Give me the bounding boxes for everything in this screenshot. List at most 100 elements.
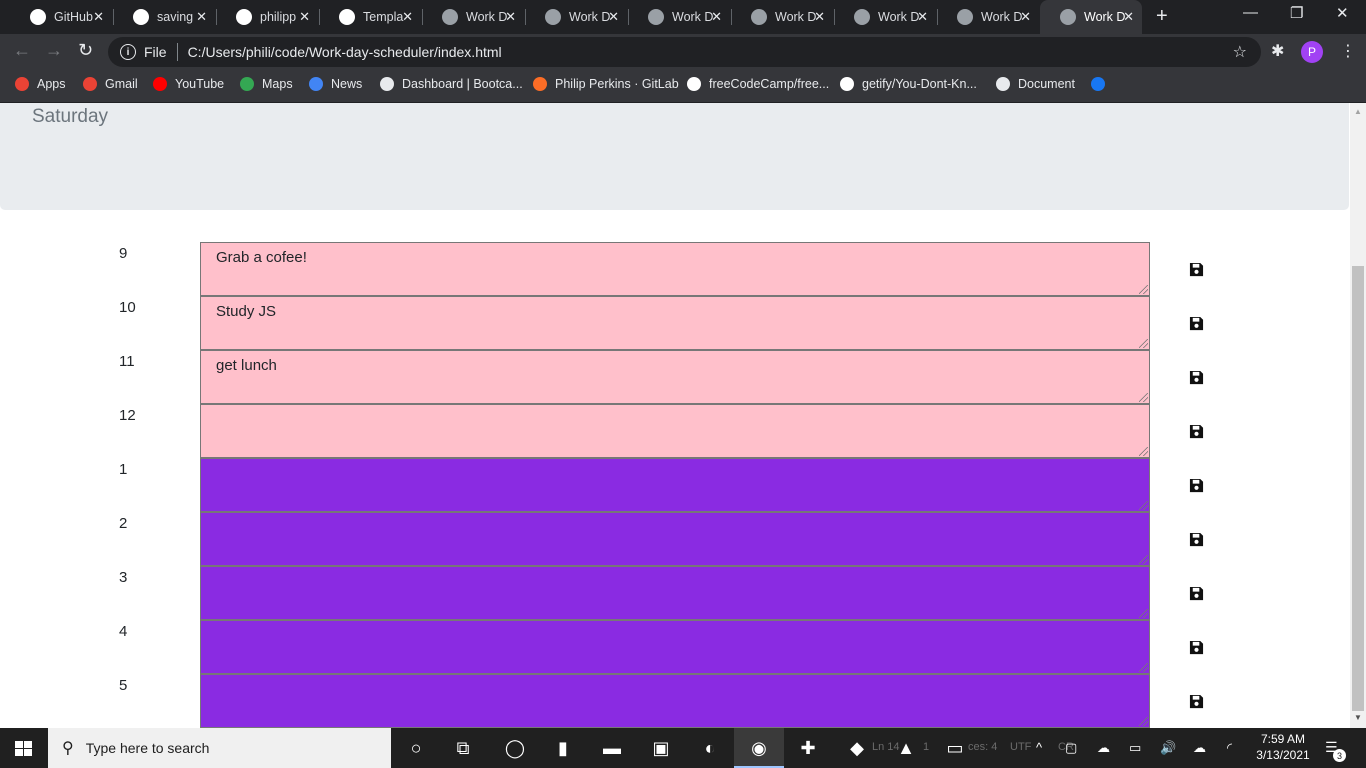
task-textarea[interactable]: get lunch — [200, 350, 1150, 404]
bookmark-item[interactable]: Document — [996, 77, 1075, 91]
system-clock[interactable]: 7:59 AM 3/13/2021 — [1254, 731, 1312, 763]
bookmark-item[interactable]: Philip Perkins · GitLab — [533, 77, 679, 91]
chrome-icon[interactable]: ◉ — [747, 736, 771, 760]
taskbar-search-input[interactable]: ⚲ Type here to search — [48, 728, 391, 768]
browser-tab[interactable]: Work D ✕ — [422, 0, 524, 34]
bookmark-item[interactable]: Gmail — [83, 77, 138, 91]
site-info-icon[interactable]: i — [120, 44, 136, 60]
tab-close-icon[interactable]: ✕ — [814, 9, 825, 25]
cortana-icon[interactable]: ○ — [404, 736, 428, 760]
scroll-thumb[interactable] — [1352, 266, 1364, 711]
tab-close-icon[interactable]: ✕ — [608, 9, 619, 25]
browser-tab[interactable]: Work D ✕ — [937, 0, 1039, 34]
browser-tab[interactable]: philipp ✕ — [216, 0, 318, 34]
tab-close-icon[interactable]: ✕ — [196, 9, 207, 25]
office-icon[interactable]: ▮ — [551, 736, 575, 760]
tab-close-icon[interactable]: ✕ — [1020, 9, 1031, 25]
profile-avatar[interactable]: P — [1301, 41, 1323, 63]
resize-grip-icon[interactable] — [1139, 339, 1148, 348]
resize-grip-icon[interactable] — [1139, 393, 1148, 402]
url-text[interactable]: C:/Users/phili/code/Work-day-scheduler/i… — [188, 44, 502, 60]
task-textarea[interactable] — [200, 458, 1150, 512]
tab-close-icon[interactable]: ✕ — [93, 9, 104, 25]
alexa-icon[interactable]: ◯ — [503, 736, 527, 760]
tab-close-icon[interactable]: ✕ — [402, 9, 413, 25]
bookmark-item[interactable]: freeCodeCamp/free... — [687, 77, 829, 91]
browser-tab[interactable]: GitHub ✕ — [10, 0, 112, 34]
floppy-disk-icon[interactable] — [1189, 532, 1204, 547]
bookmark-item[interactable]: Maps — [240, 77, 293, 91]
resize-grip-icon[interactable] — [1139, 555, 1148, 564]
extensions-icon[interactable]: ✱ — [1271, 41, 1284, 61]
floppy-disk-icon[interactable] — [1189, 424, 1204, 439]
task-textarea[interactable] — [200, 620, 1150, 674]
resize-grip-icon[interactable] — [1139, 609, 1148, 618]
task-view-icon[interactable]: ⧉ — [451, 736, 475, 760]
resize-grip-icon[interactable] — [1139, 717, 1148, 726]
slack-icon[interactable]: ✚ — [796, 736, 820, 760]
bookmark-item[interactable]: Dashboard | Bootca... — [380, 77, 523, 91]
scroll-up-arrow[interactable]: ▲ — [1354, 107, 1362, 116]
resize-grip-icon[interactable] — [1139, 285, 1148, 294]
tab-close-icon[interactable]: ✕ — [1123, 9, 1134, 25]
task-textarea[interactable]: Study JS — [200, 296, 1150, 350]
vscode-icon[interactable]: ◆ — [845, 736, 869, 760]
task-textarea[interactable] — [200, 566, 1150, 620]
cloud-upload-icon[interactable]: ☁ — [1193, 740, 1206, 756]
resize-grip-icon[interactable] — [1139, 663, 1148, 672]
browser-tab[interactable]: Work D ✕ — [1040, 0, 1142, 34]
back-button[interactable]: ← — [13, 40, 31, 61]
wifi-icon[interactable]: ◜ — [1227, 740, 1232, 756]
new-tab-button[interactable]: + — [1156, 5, 1168, 28]
browser-tab[interactable]: Work D ✕ — [731, 0, 833, 34]
window-close-button[interactable]: ✕ — [1336, 4, 1349, 22]
file-explorer-icon[interactable]: ▬ — [600, 736, 624, 760]
floppy-disk-icon[interactable] — [1189, 694, 1204, 709]
reload-button[interactable]: ↻ — [78, 40, 93, 61]
bookmark-item[interactable] — [1091, 77, 1113, 91]
floppy-disk-icon[interactable] — [1189, 640, 1204, 655]
browser-tab[interactable]: Work D ✕ — [628, 0, 730, 34]
meet-now-icon[interactable]: ▢ — [1065, 740, 1077, 756]
scroll-down-arrow[interactable]: ▼ — [1354, 713, 1362, 722]
forward-button[interactable]: → — [45, 40, 63, 61]
restore-button[interactable]: ❐ — [1290, 4, 1303, 22]
bookmark-item[interactable]: getify/You-Dont-Kn... — [840, 77, 977, 91]
task-textarea[interactable] — [200, 404, 1150, 458]
floppy-disk-icon[interactable] — [1189, 370, 1204, 385]
tab-close-icon[interactable]: ✕ — [505, 9, 516, 25]
tab-close-icon[interactable]: ✕ — [299, 9, 310, 25]
windows-start-icon[interactable] — [15, 741, 32, 756]
browser-tab[interactable]: Work D ✕ — [834, 0, 936, 34]
edge-icon[interactable]: ◐ — [698, 736, 722, 760]
task-textarea[interactable] — [200, 512, 1150, 566]
tab-close-icon[interactable]: ✕ — [917, 9, 928, 25]
onedrive-icon[interactable]: ☁ — [1097, 740, 1110, 756]
minimize-button[interactable]: — — [1243, 4, 1258, 21]
page-scrollbar[interactable]: ▲ ▼ — [1350, 103, 1366, 728]
terminal-icon[interactable]: ▭ — [943, 736, 967, 760]
bookmark-item[interactable]: News — [309, 77, 362, 91]
floppy-disk-icon[interactable] — [1189, 316, 1204, 331]
browser-tab[interactable]: saving ✕ — [113, 0, 215, 34]
bookmark-item[interactable]: YouTube — [153, 77, 224, 91]
chevron-up-icon[interactable]: ^ — [1036, 740, 1042, 755]
browser-menu-icon[interactable]: ⋮ — [1340, 41, 1356, 61]
background-status-text: UTF — [1010, 741, 1032, 753]
browser-tab[interactable]: Templa ✕ — [319, 0, 421, 34]
tab-close-icon[interactable]: ✕ — [711, 9, 722, 25]
volume-icon[interactable]: 🔊 — [1160, 740, 1176, 756]
floppy-disk-icon[interactable] — [1189, 586, 1204, 601]
task-textarea[interactable] — [200, 674, 1150, 728]
address-bar[interactable]: i File C:/Users/phili/code/Work-day-sche… — [108, 37, 1261, 67]
task-textarea[interactable]: Grab a cofee! — [200, 242, 1150, 296]
browser-tab[interactable]: Work D ✕ — [525, 0, 627, 34]
floppy-disk-icon[interactable] — [1189, 262, 1204, 277]
resize-grip-icon[interactable] — [1139, 447, 1148, 456]
resize-grip-icon[interactable] — [1139, 501, 1148, 510]
bookmark-star-icon[interactable]: ☆ — [1233, 42, 1247, 62]
floppy-disk-icon[interactable] — [1189, 478, 1204, 493]
store-icon[interactable]: ▣ — [649, 736, 673, 760]
battery-icon[interactable]: ▭ — [1129, 740, 1141, 756]
bookmark-item[interactable]: Apps — [15, 77, 66, 91]
